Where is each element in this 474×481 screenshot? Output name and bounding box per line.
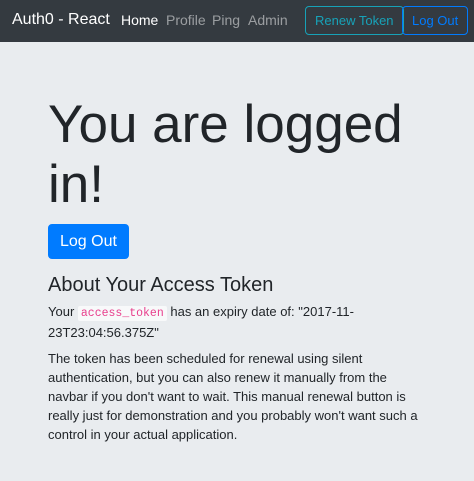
renew-token-button[interactable]: Renew Token <box>305 6 404 35</box>
navbar-logout-button[interactable]: Log Out <box>402 6 469 35</box>
brand-link[interactable]: Auth0 - React <box>12 10 110 30</box>
access-token-heading: About Your Access Token <box>48 274 274 296</box>
nav-link-admin[interactable]: Admin <box>248 12 288 29</box>
page-title: You are logged in! <box>48 95 403 214</box>
access-token-code: access_token <box>77 306 167 321</box>
navbar: Auth0 - React Home Profile Ping Admin Re… <box>0 0 474 42</box>
renewal-paragraph: The token has been scheduled for renewal… <box>48 351 418 442</box>
nav-link-home[interactable]: Home <box>121 12 158 29</box>
logout-button[interactable]: Log Out <box>48 224 129 259</box>
expiry-paragraph: Your access_token has an expiry date of:… <box>48 302 428 342</box>
nav-link-profile[interactable]: Profile <box>166 12 206 29</box>
nav-link-ping[interactable]: Ping <box>212 12 240 29</box>
expiry-prefix: Your <box>48 304 75 319</box>
expiry-middle-text: has an expiry date of: <box>170 304 295 319</box>
